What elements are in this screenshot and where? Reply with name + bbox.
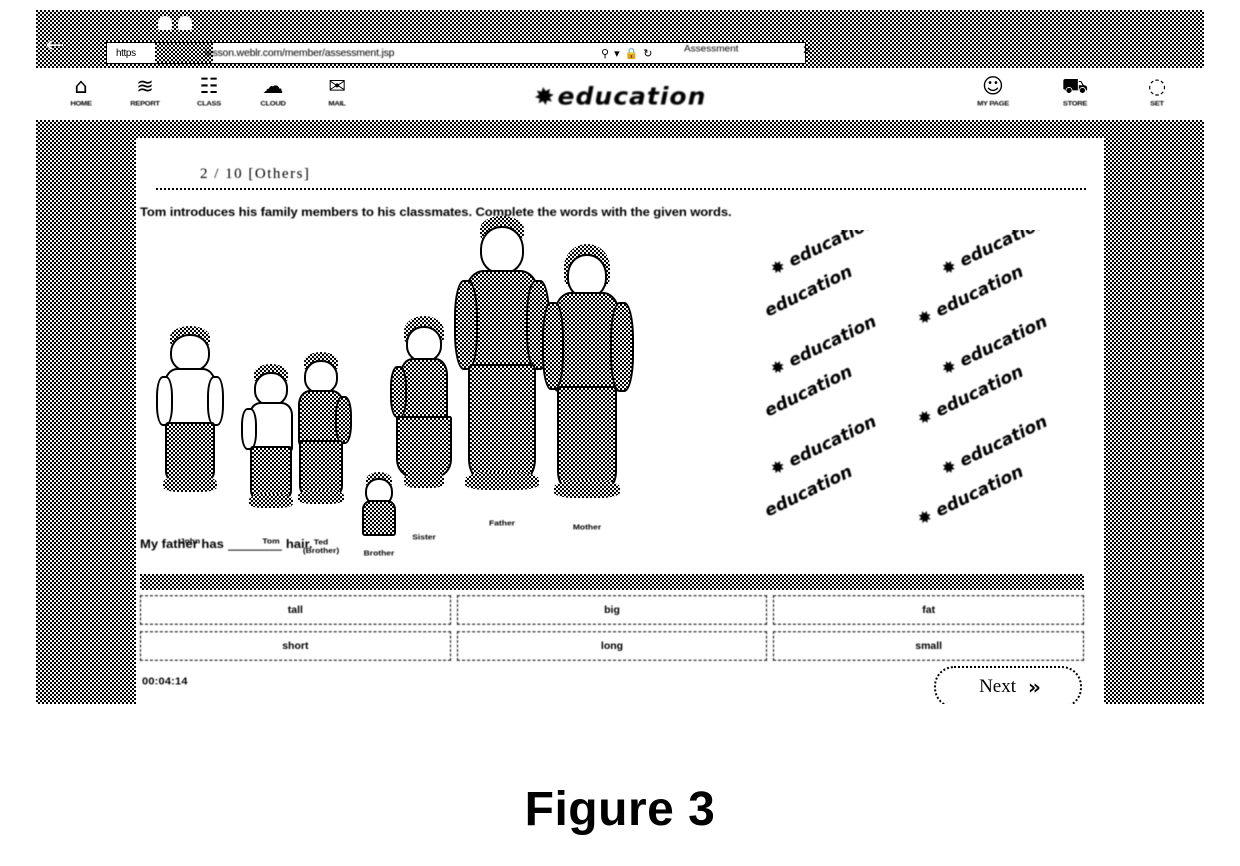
watermark-mark: ✸ education [938,411,1052,481]
watermark-mark: ✸ education [914,261,1028,331]
watermark-mark: ✸ education [767,411,880,481]
skirt-legs [557,386,617,490]
head [304,360,338,394]
nav-label: STORE [1062,99,1088,108]
head [480,226,524,274]
back-arrow-icon[interactable]: ← [42,34,68,58]
shorts-legs [165,422,215,482]
arm [542,302,564,390]
url-protocol-label: https [116,47,136,59]
url-bar-controls: ⚲ ▾ 🔒 ↻ [601,43,653,63]
figure-label: Mother [572,522,602,532]
chrome-right-region [822,12,1204,66]
figure-page: ← https lesson.weblr.com/member/assessme… [0,0,1240,866]
watermark-mark: ✸ education [938,311,1052,381]
lock-icon: 🔒 [624,46,639,60]
watermark-overlay: ✸ education ✸ education ✸ education ✸ ed… [760,230,1072,550]
shoes [554,480,620,498]
chevron-right-icon: » [1028,675,1041,699]
arm [156,376,173,426]
shoes [404,472,444,488]
dress-top [400,358,448,422]
skirt [396,416,452,478]
shoes [465,472,539,490]
arm [390,366,407,418]
head [170,334,210,372]
nav-item-store[interactable]: ⛟ STORE [1048,74,1102,108]
smudge [832,18,952,40]
shoes [249,494,293,508]
next-button[interactable]: Next » [934,666,1082,704]
chevron-down-icon[interactable]: ▾ [614,48,620,59]
figure-ted: Ted (Brother) [290,338,352,555]
shorts-legs [250,446,292,500]
nav-item-my-page[interactable]: ☺ MY PAGE [966,74,1020,108]
word-option[interactable]: tall [140,595,451,625]
divider [156,188,1086,190]
progress-indicator: 2 / 10 [Others] [200,166,311,182]
search-icon[interactable]: ⚲ [601,48,609,59]
family-illustration: John Tom Ted (Brother) Brother Sister Fa… [140,216,1072,560]
figure-label: Father [489,518,515,528]
sentence-suffix: hair. [285,536,313,551]
word-bank: tall big fat short long small [140,574,1085,662]
timer-display: 00:04:14 [142,676,188,688]
cart-icon: ⛟ [1061,74,1089,98]
figure-john: John [154,326,226,545]
word-option[interactable]: big [456,595,768,625]
browser-tab[interactable] [158,16,172,30]
shoes [163,476,217,492]
browser-tab-title[interactable]: Assessment [684,45,804,55]
head [406,326,442,362]
figure-father: Father [452,216,552,527]
next-button-label: Next [979,676,1016,697]
word-option[interactable]: small [773,631,1085,661]
close-icon[interactable]: ✕ [802,43,812,57]
word-option[interactable]: short [140,631,451,661]
tab-strip[interactable] [156,14,276,32]
answer-blank[interactable] [227,537,282,551]
watermark-mark: ✸ education [914,361,1028,431]
word-option[interactable]: fat [773,595,1085,625]
figure-sister: Sister [388,316,460,541]
settings-icon: ◌ [1147,74,1167,98]
browser-tab[interactable] [178,16,192,30]
head [254,372,288,406]
sentence-prefix: My father has [140,536,224,551]
word-option[interactable]: long [456,631,768,661]
fill-in-sentence: My father has hair. [140,536,840,551]
smudge [1152,38,1192,64]
nav-label: SET [1150,99,1164,108]
word-bank-row: short long small [140,630,1085,662]
account-toolbar: ☺ MY PAGE ⛟ STORE ◌ SET [966,74,1184,108]
exercise-stage: 2 / 10 [Others] Tom introduces his famil… [136,138,1104,704]
nav-item-settings[interactable]: ◌ SET [1130,74,1184,108]
trousers [468,364,536,480]
exercise-footer: 00:04:14 Next » [140,666,1084,704]
brand-name: education [557,82,707,111]
arm [454,280,478,370]
page-body: 2 / 10 [Others] Tom introduces his famil… [36,120,1204,704]
nav-label: MY PAGE [977,99,1009,108]
user-icon: ☺ [982,74,1004,98]
browser-chrome: ← https lesson.weblr.com/member/assessme… [36,10,1204,68]
starburst-icon: ✸ [531,81,558,112]
refresh-icon[interactable]: ↻ [643,48,652,59]
watermark-mark: ✸ education [914,461,1028,531]
exercise-header: 2 / 10 [Others] [156,166,1086,190]
word-bank-row: tall big fat [140,594,1085,626]
arm [207,376,224,426]
handbag-arm [610,302,634,392]
browser-window: ← https lesson.weblr.com/member/assessme… [36,10,1204,704]
site-header: ⌂ HOME ≋ REPORT ☷ CLASS ☁ CLOUD ✉ MAIL ✸… [36,68,1204,121]
arm [241,408,257,450]
arm [335,396,352,444]
figure-mother: Mother [540,236,634,531]
shoes [298,490,344,504]
figure-caption: Figure 3 [524,783,716,836]
smudge [972,14,1062,44]
word-bank-topbar [140,574,1084,590]
watermark-mark: ✸ education [767,311,880,381]
trousers [299,440,343,496]
